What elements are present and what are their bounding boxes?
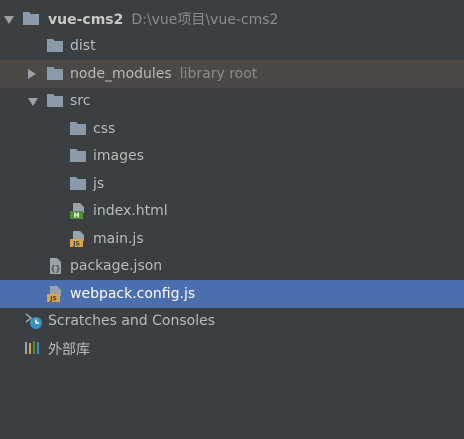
js-file-icon: JS (46, 285, 64, 303)
svg-text:JS: JS (49, 295, 57, 302)
folder-icon (46, 65, 64, 83)
tree-node-css[interactable]: css (0, 115, 464, 143)
folder-label-images: images (93, 148, 144, 165)
js-file-icon: JS (69, 230, 87, 248)
folder-icon (69, 147, 87, 165)
expand-arrow-right-icon[interactable] (28, 68, 36, 79)
folder-icon (22, 10, 40, 28)
tree-node-images[interactable]: images (0, 143, 464, 171)
file-label-main-js: main.js (93, 230, 144, 247)
libraries-icon (24, 340, 42, 358)
file-label-webpack-config: webpack.config.js (70, 285, 196, 302)
folder-label-node-modules: node_modules (70, 65, 172, 82)
tree-node-external-libraries[interactable]: 外部库 (0, 335, 464, 363)
folder-label-css: css (93, 120, 116, 137)
root-folder-name: vue-cms2 (48, 11, 124, 28)
file-label-index-html: index.html (93, 203, 168, 220)
project-tree: vue-cms2 D:\vue项目\vue-cms2 dist node_modu… (0, 5, 464, 363)
tree-node-dist[interactable]: dist (0, 33, 464, 61)
folder-icon (46, 92, 64, 110)
folder-label-js: js (93, 175, 105, 192)
folder-label-dist: dist (70, 38, 96, 55)
external-libraries-label: 外部库 (48, 341, 90, 358)
tree-node-root[interactable]: vue-cms2 D:\vue项目\vue-cms2 (0, 5, 464, 33)
svg-text:JS: JS (72, 240, 80, 247)
file-label-package-json: package.json (70, 258, 163, 275)
svg-text:{}: {} (51, 264, 61, 273)
tree-node-src[interactable]: src (0, 88, 464, 116)
folder-icon (46, 37, 64, 55)
folder-icon (69, 175, 87, 193)
scratches-icon (24, 312, 42, 330)
tree-node-scratches[interactable]: Scratches and Consoles (0, 308, 464, 336)
root-folder-path: D:\vue项目\vue-cms2 (131, 11, 279, 28)
expand-arrow-down-icon[interactable] (28, 98, 38, 107)
tree-node-package-json[interactable]: {} package.json (0, 253, 464, 281)
scratches-label: Scratches and Consoles (48, 313, 215, 330)
json-file-icon: {} (46, 257, 64, 275)
html-file-icon: H (69, 202, 87, 220)
expand-arrow-down-icon[interactable] (4, 15, 14, 24)
folder-icon (69, 120, 87, 138)
tree-node-webpack-config[interactable]: JS webpack.config.js (0, 280, 464, 308)
library-root-hint: library root (179, 65, 258, 82)
folder-label-src: src (70, 93, 91, 110)
tree-node-node-modules[interactable]: node_modules library root (0, 60, 464, 88)
tree-node-js[interactable]: js (0, 170, 464, 198)
svg-text:H: H (74, 212, 80, 220)
tree-node-main-js[interactable]: JS main.js (0, 225, 464, 253)
tree-node-index-html[interactable]: H index.html (0, 198, 464, 226)
